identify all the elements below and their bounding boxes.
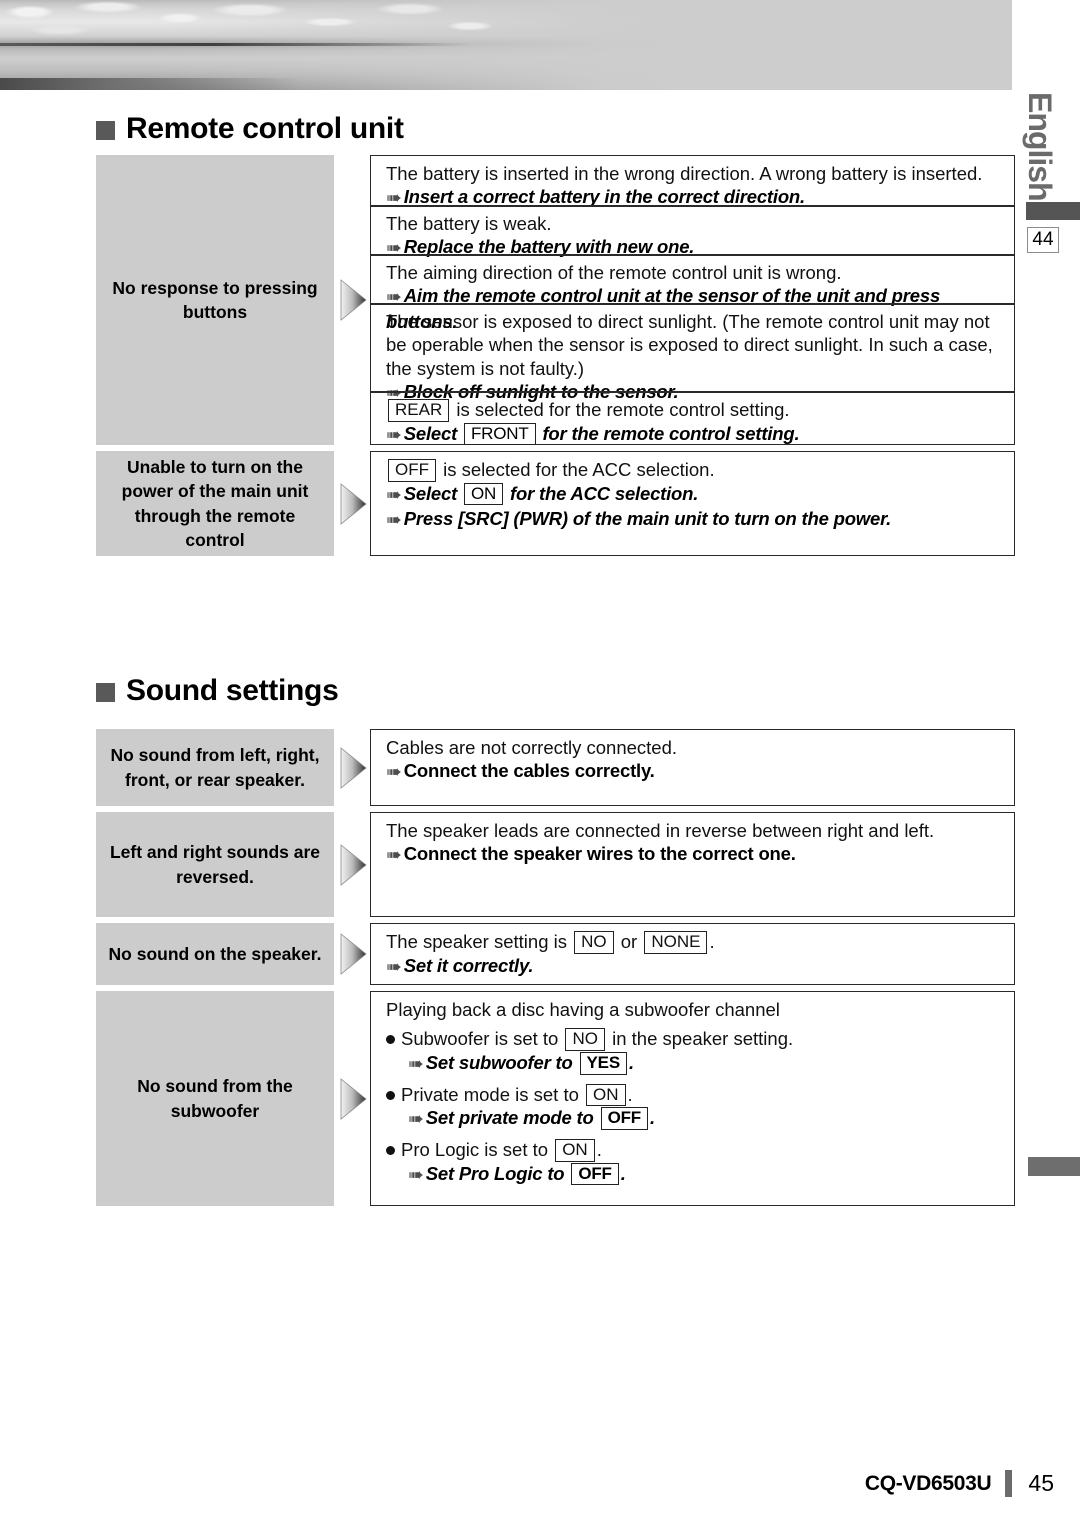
cause-text: REAR is selected for the remote control …: [386, 398, 1003, 422]
symptom-cell: No sound from the subwoofer: [96, 991, 334, 1206]
cause-remedy-cell: The sensor is exposed to direct sunlight…: [370, 303, 1015, 404]
cause-remedy-cell: The speaker setting is NO or NONE. ➠ Set i…: [370, 923, 1015, 985]
setting-key-on: ON: [555, 1138, 595, 1162]
cause-bullet-text: Private mode is set to ON.: [386, 1083, 1003, 1107]
cause-text: The speaker leads are connected in rever…: [386, 820, 935, 841]
section-heading-sound-settings: Sound settings: [96, 674, 339, 708]
banner-horizon: [0, 43, 470, 46]
header-banner-image: [0, 0, 1012, 90]
cause-text: OFF is selected for the ACC selection.: [386, 458, 1003, 482]
model-number: CQ-VD6503U: [864, 1471, 992, 1495]
remedy-text: ➠ Set subwoofer to YES.: [408, 1051, 1003, 1077]
banner-shoreline: [0, 78, 300, 90]
bullet-icon: [386, 1035, 395, 1045]
bullet-icon: [386, 1090, 395, 1100]
cause-remedy-cell: The aiming direction of the remote contr…: [370, 254, 1015, 332]
flow-arrow-icon: [340, 933, 367, 975]
page-marker-bar: [1026, 202, 1080, 220]
right-arrow-icon: ➠: [408, 1164, 424, 1186]
remedy-text: ➠ Connect the speaker wires to the correc…: [386, 842, 1003, 868]
cause-text: Playing back a disc having a subwoofer c…: [386, 999, 780, 1020]
language-tab-label: English: [1022, 92, 1058, 201]
flow-arrow: [338, 843, 368, 887]
right-arrow-icon: ➠: [386, 845, 402, 867]
language-tab: English: [1012, 92, 1068, 220]
cause-remedy-cell: Cables are not correctly connected. ➠ Conn…: [370, 729, 1015, 806]
setting-key-off: OFF: [388, 459, 436, 482]
footer-divider: [1005, 1470, 1013, 1497]
cause-remedy-cell: The speaker leads are connected in rever…: [370, 812, 1015, 917]
cause-bullet-text: Pro Logic is set to ON.: [386, 1138, 1003, 1162]
symptom-label: No sound on the speaker.: [108, 943, 322, 964]
symptom-label: Left and right sounds are reversed.: [109, 842, 321, 887]
remedy-text: ➠ Press [SRC] (PWR) of the main unit to t…: [386, 507, 1003, 533]
section-heading-remote-control-unit: Remote control unit: [96, 112, 404, 146]
setting-key-no: NO: [565, 1028, 605, 1052]
flow-arrow: [338, 746, 368, 790]
setting-key-front: FRONT: [463, 422, 536, 446]
cause-remedy-cell: REAR is selected for the remote control …: [370, 391, 1015, 446]
setting-key-on: ON: [586, 1083, 626, 1107]
section-title: Sound settings: [126, 674, 339, 707]
cause-text: The sensor is exposed to direct sunlight…: [386, 311, 993, 379]
page-marker-number: 44: [1027, 227, 1059, 253]
page-footer: CQ-VD6503U 45: [0, 1470, 1080, 1497]
flow-arrow: [338, 932, 368, 976]
section-title: Remote control unit: [126, 112, 404, 145]
right-arrow-icon: ➠: [386, 762, 402, 784]
flow-arrow: [338, 482, 368, 526]
page-number: 45: [1028, 1470, 1054, 1496]
symptom-label: Unable to turn on the power of the main …: [121, 457, 309, 550]
setting-key-no: NO: [574, 931, 614, 954]
right-arrow-icon: ➠: [386, 510, 402, 532]
banner-clouds: [0, 0, 560, 46]
cause-text: The aiming direction of the remote contr…: [386, 262, 842, 283]
flow-arrow-icon: [340, 1077, 367, 1120]
setting-key-on: ON: [463, 482, 504, 506]
remedy-text: ➠ Select FRONT for the remote control set…: [386, 422, 1003, 448]
symptom-label: No sound from the subwoofer: [137, 1076, 293, 1121]
setting-key-yes: YES: [579, 1052, 627, 1075]
flow-arrow-icon: [340, 843, 367, 886]
symptom-cell: No sound on the speaker.: [96, 923, 334, 985]
flow-arrow: [338, 1077, 368, 1121]
right-arrow-icon: ➠: [386, 956, 402, 978]
cause-text: The speaker setting is NO or NONE.: [386, 931, 715, 954]
symptom-cell: Unable to turn on the power of the main …: [96, 451, 334, 556]
flow-arrow-icon: [340, 279, 367, 321]
cause-text: The battery is weak.: [386, 213, 552, 234]
bullet-icon: [386, 1145, 395, 1155]
remedy-text: ➠ Connect the cables correctly.: [386, 759, 1003, 785]
right-arrow-icon: ➠: [386, 484, 402, 506]
cause-remedy-cell: The battery is inserted in the wrong dir…: [370, 155, 1015, 209]
cause-remedy-cell: The battery is weak. ➠ Replace the battery…: [370, 205, 1015, 259]
cause-remedy-cell: Playing back a disc having a subwoofer c…: [370, 991, 1015, 1206]
setting-key-none: NONE: [644, 931, 708, 954]
symptom-cell: No sound from left, right, front, or rea…: [96, 729, 334, 806]
remedy-text: ➠ Set private mode to OFF.: [408, 1106, 1003, 1132]
right-arrow-icon: ➠: [408, 1109, 424, 1131]
remedy-text: ➠ Set it correctly.: [386, 954, 1003, 980]
flow-arrow: [338, 278, 368, 322]
setting-key-off: OFF: [571, 1162, 619, 1186]
square-bullet-icon: [96, 683, 115, 702]
section-tab-marker: [1028, 1157, 1080, 1176]
cause-text: The battery is inserted in the wrong dir…: [386, 163, 983, 184]
setting-key-off: OFF: [600, 1107, 648, 1130]
cause-bullet-text: Subwoofer is set to NO in the speaker se…: [386, 1027, 1003, 1052]
right-arrow-icon: ➠: [408, 1054, 424, 1076]
symptom-cell: Left and right sounds are reversed.: [96, 812, 334, 917]
cause-remedy-cell: OFF is selected for the ACC selection. ➠ S…: [370, 451, 1015, 554]
symptom-label: No sound from left, right, front, or rea…: [110, 745, 320, 790]
cause-text: Cables are not correctly connected.: [386, 737, 678, 758]
flow-arrow-icon: [340, 746, 367, 789]
remedy-text: ➠ Select ON for the ACC selection.: [386, 482, 1003, 508]
square-bullet-icon: [96, 121, 115, 140]
flow-arrow-icon: [340, 482, 367, 525]
remedy-text: ➠ Set Pro Logic to OFF.: [408, 1162, 1003, 1188]
symptom-label: No response to pressing buttons: [112, 277, 318, 322]
right-arrow-icon: ➠: [386, 424, 402, 446]
setting-key-rear: REAR: [388, 399, 450, 422]
symptom-cell: No response to pressing buttons: [96, 155, 334, 445]
